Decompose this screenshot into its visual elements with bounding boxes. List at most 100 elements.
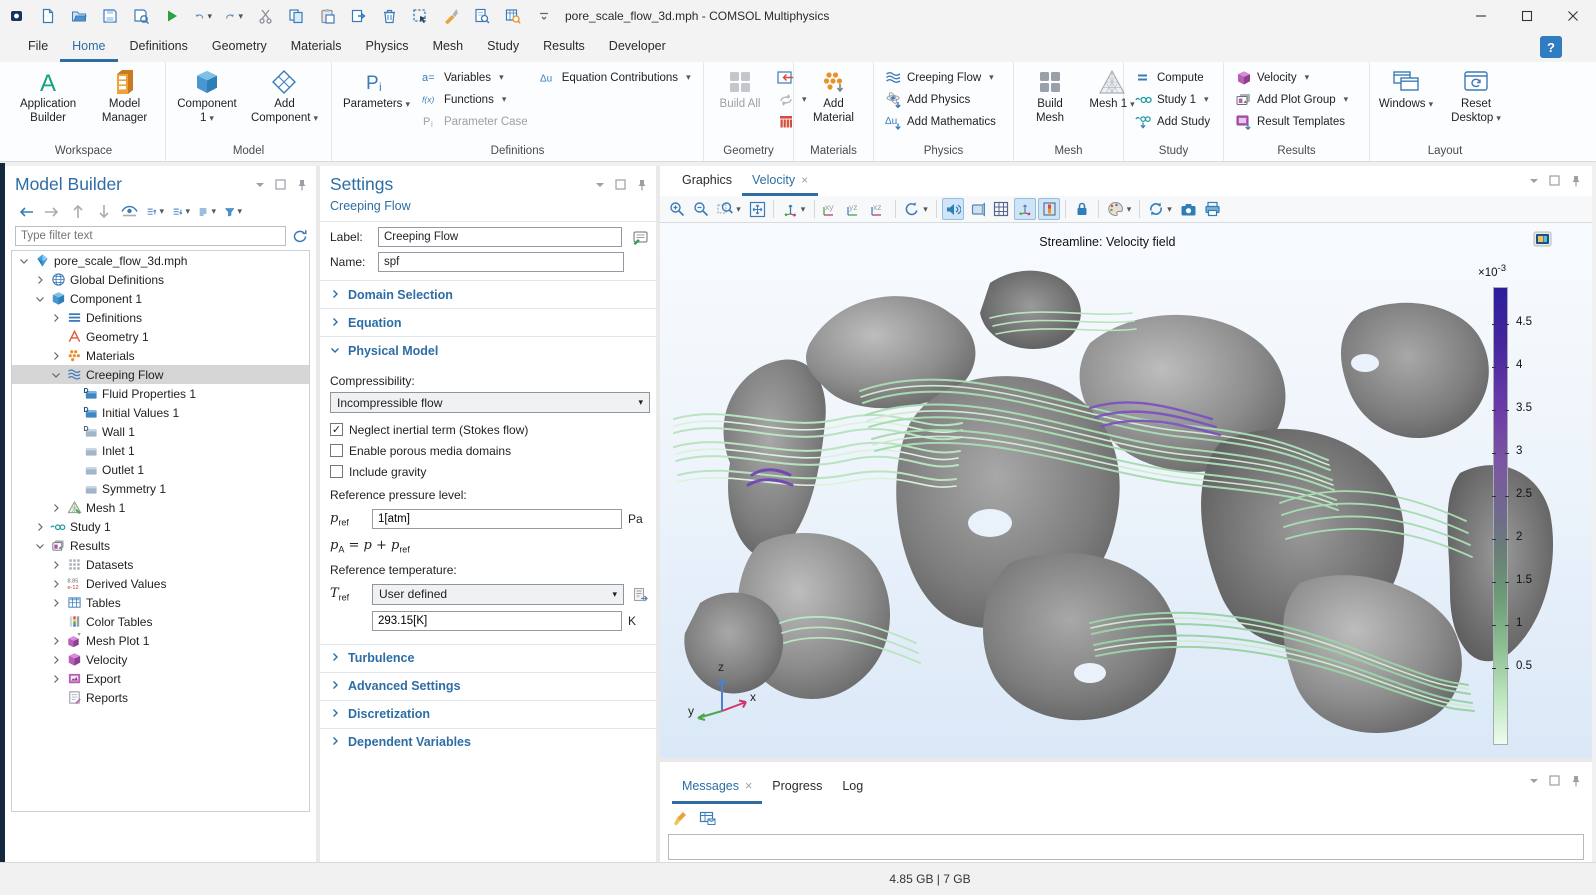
model-manager-button[interactable]: Model Manager xyxy=(91,65,158,125)
add-material-button[interactable]: Add Material xyxy=(801,65,866,125)
pin-panel-icon[interactable] xyxy=(295,178,308,191)
chevron-right-icon[interactable] xyxy=(50,655,62,665)
tab-definitions[interactable]: Definitions xyxy=(118,32,200,62)
pin-panel-icon[interactable] xyxy=(1569,174,1582,187)
tref-select[interactable]: User defined ▾ xyxy=(372,584,624,605)
clear-messages-icon[interactable] xyxy=(672,810,689,827)
tab-progress[interactable]: Progress xyxy=(762,762,832,804)
include-gravity-checkbox-row[interactable]: Include gravity xyxy=(330,461,650,482)
add-component-button[interactable]: Add Component xyxy=(245,65,324,125)
tab-velocity[interactable]: Velocity × xyxy=(742,166,818,196)
refresh-icon[interactable] xyxy=(292,229,308,244)
tree-item-color-tables[interactable]: Color Tables xyxy=(12,612,309,631)
tree-item-creeping-flow[interactable]: Creeping Flow xyxy=(12,365,309,384)
save-icon[interactable] xyxy=(101,7,119,25)
customize-toolbar-icon[interactable] xyxy=(535,7,553,25)
float-panel-icon[interactable] xyxy=(614,178,627,191)
view-yz-button[interactable]: yz xyxy=(844,198,866,220)
show-grid-button[interactable] xyxy=(990,198,1012,220)
select-box-icon[interactable] xyxy=(411,7,429,25)
close-tab-icon[interactable]: × xyxy=(745,779,752,793)
add-study-button[interactable]: Add Study xyxy=(1131,111,1214,132)
chevron-right-icon[interactable] xyxy=(50,560,62,570)
tree-item-symmetry-1[interactable]: Symmetry 1 xyxy=(12,479,309,498)
tab-physics[interactable]: Physics xyxy=(353,32,420,62)
section-physical-model[interactable]: Physical Model xyxy=(320,336,656,364)
application-builder-button[interactable]: A Application Builder xyxy=(9,65,87,125)
chevron-down-icon[interactable] xyxy=(34,541,46,551)
tab-graphics[interactable]: Graphics xyxy=(672,166,742,196)
tree-item-geometry-1[interactable]: Geometry 1 xyxy=(12,327,309,346)
porous-media-checkbox-row[interactable]: Enable porous media domains xyxy=(330,440,650,461)
component-1-button[interactable]: Component 1 xyxy=(173,65,241,125)
tree-item-materials[interactable]: Materials xyxy=(12,346,309,365)
neglect-inertial-checkbox-row[interactable]: ✓ Neglect inertial term (Stokes flow) xyxy=(330,419,650,440)
find-in-doc-icon[interactable] xyxy=(473,7,491,25)
tree-item-tables[interactable]: Tables xyxy=(12,593,309,612)
zoom-box-button[interactable] xyxy=(714,198,744,220)
chevron-right-icon[interactable] xyxy=(50,313,62,323)
show-axis-orientation-button[interactable] xyxy=(1014,198,1036,220)
move-down-icon[interactable] xyxy=(95,203,112,220)
add-physics-button[interactable]: Add Physics xyxy=(881,89,1000,110)
section-advanced-settings[interactable]: Advanced Settings xyxy=(320,672,656,700)
redo-icon[interactable] xyxy=(225,7,243,25)
tree-item-initial-values-1[interactable]: D Initial Values 1 xyxy=(12,403,309,422)
float-panel-icon[interactable] xyxy=(1548,774,1561,787)
zoom-out-button[interactable] xyxy=(690,198,712,220)
physics-interface-button[interactable]: Creeping Flow xyxy=(881,67,1000,88)
section-discretization[interactable]: Discretization xyxy=(320,700,656,728)
add-plot-group-button[interactable]: Add Plot Group xyxy=(1231,89,1352,110)
messages-output-box[interactable] xyxy=(668,834,1584,860)
panel-menu-icon[interactable] xyxy=(1527,174,1540,187)
paste-icon[interactable] xyxy=(318,7,336,25)
cut-icon[interactable] xyxy=(256,7,274,25)
tref-input[interactable] xyxy=(372,611,622,631)
tree-item-fluid-properties-1[interactable]: D Fluid Properties 1 xyxy=(12,384,309,403)
tree-item-component-1[interactable]: Component 1 xyxy=(12,289,309,308)
expand-all-icon[interactable] xyxy=(173,203,190,220)
open-file-icon[interactable] xyxy=(70,7,88,25)
section-equation[interactable]: Equation xyxy=(320,308,656,336)
tab-developer[interactable]: Developer xyxy=(597,32,678,62)
study-1-button[interactable]: Study 1 xyxy=(1131,89,1214,110)
tab-geometry[interactable]: Geometry xyxy=(200,32,279,62)
tree-item-velocity[interactable]: Velocity xyxy=(12,650,309,669)
checkbox-checked[interactable]: ✓ xyxy=(330,423,343,436)
close-button[interactable] xyxy=(1550,0,1596,32)
view-xy-button[interactable]: xy xyxy=(820,198,842,220)
chevron-right-icon[interactable] xyxy=(50,636,62,646)
tree-item-datasets[interactable]: Datasets xyxy=(12,555,309,574)
image-appearance-button[interactable] xyxy=(1104,198,1134,220)
minimize-button[interactable] xyxy=(1458,0,1504,32)
compressibility-select[interactable]: Incompressible flow ▾ xyxy=(330,392,650,413)
tree-item-derived-values[interactable]: 8.85e-12 Derived Values xyxy=(12,574,309,593)
close-tab-icon[interactable]: × xyxy=(801,173,808,187)
tree-item-outlet-1[interactable]: Outlet 1 xyxy=(12,460,309,479)
float-panel-icon[interactable] xyxy=(1548,174,1561,187)
tab-home[interactable]: Home xyxy=(60,32,117,62)
zoom-in-button[interactable] xyxy=(666,198,688,220)
parameters-button[interactable]: Pi Parameters xyxy=(339,65,414,112)
tree-item-mesh-plot-1[interactable]: * Mesh Plot 1 xyxy=(12,631,309,650)
panel-menu-icon[interactable] xyxy=(593,178,606,191)
chevron-right-icon[interactable] xyxy=(50,674,62,684)
tab-study[interactable]: Study xyxy=(475,32,531,62)
tree-item-export[interactable]: Export xyxy=(12,669,309,688)
tab-messages[interactable]: Messages × xyxy=(672,762,762,804)
duplicate-icon[interactable] xyxy=(349,7,367,25)
reset-desktop-button[interactable]: Reset Desktop xyxy=(1439,65,1513,125)
pin-panel-icon[interactable] xyxy=(1569,774,1582,787)
collapse-all-icon[interactable] xyxy=(147,203,164,220)
checkbox-unchecked[interactable] xyxy=(330,444,343,457)
filter-icon[interactable] xyxy=(225,203,242,220)
tree-item-mesh-1[interactable]: Mesh 1 xyxy=(12,498,309,517)
rotate-view-button[interactable] xyxy=(901,198,931,220)
show-options-icon[interactable] xyxy=(121,203,138,220)
copy-icon[interactable] xyxy=(287,7,305,25)
chevron-right-icon[interactable] xyxy=(34,522,46,532)
result-templates-button[interactable]: Result Templates xyxy=(1231,111,1352,132)
section-turbulence[interactable]: Turbulence xyxy=(320,644,656,672)
maximize-button[interactable] xyxy=(1504,0,1550,32)
label-input[interactable] xyxy=(378,227,622,247)
